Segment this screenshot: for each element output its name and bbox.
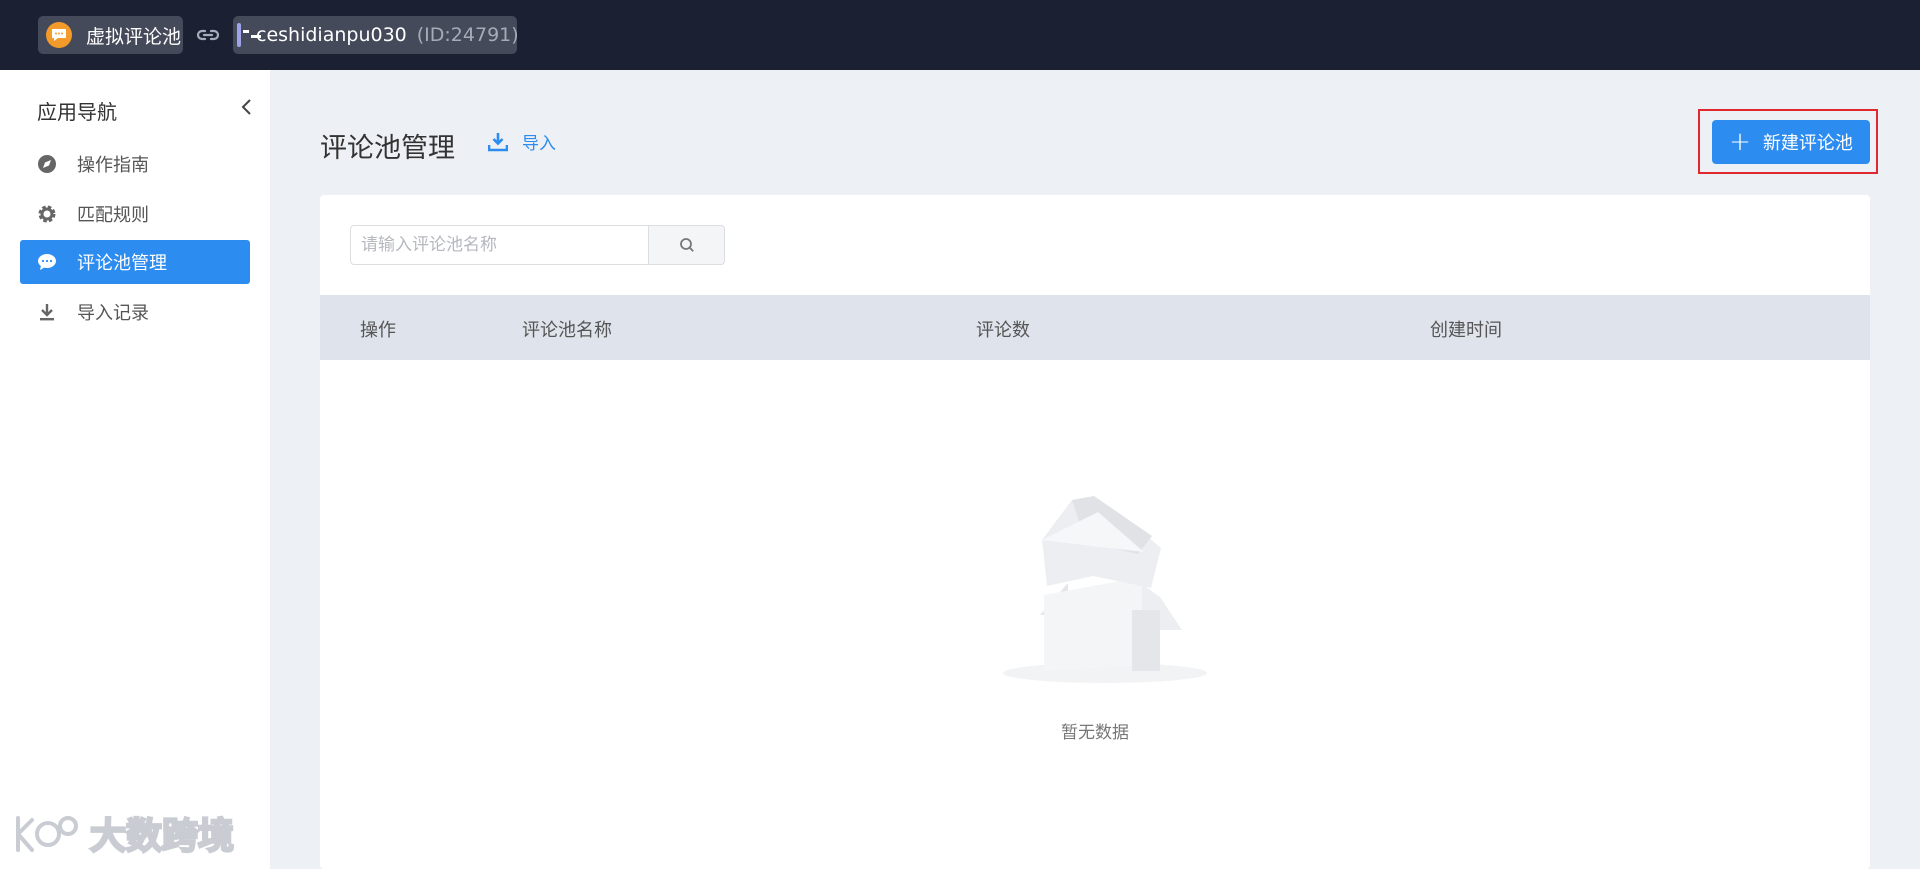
new-button-label: 新建评论池	[1762, 133, 1853, 154]
chat-bubble-icon	[36, 251, 58, 273]
sidebar-item-rules[interactable]: 匹配规则	[20, 192, 250, 236]
chat-app-icon	[46, 22, 72, 48]
search-icon	[679, 238, 694, 252]
page-title: 评论池管理	[320, 133, 455, 164]
app-switcher[interactable]: 虚拟评论池	[38, 16, 183, 54]
compass-icon	[36, 153, 58, 175]
sidebar-item-import-records[interactable]: 导入记录	[20, 290, 250, 334]
gear-icon	[36, 203, 58, 225]
chevron-left-icon[interactable]	[238, 97, 256, 117]
top-bar: 虚拟评论池 ceshidianpu030 (ID:24791)	[0, 0, 1920, 70]
link-icon	[196, 29, 220, 41]
sidebar-title: 应用导航	[37, 100, 117, 124]
column-header-pool-name[interactable]: 评论池名称	[522, 316, 612, 342]
comment-pool-card: 操作 评论池名称 评论数 创建时间 暂无数据	[320, 195, 1870, 869]
shop-icon	[237, 23, 261, 47]
app-name: 虚拟评论池	[86, 25, 182, 48]
import-label: 导入	[522, 134, 556, 154]
column-header-created-time[interactable]: 创建时间	[1430, 316, 1502, 342]
column-header-actions[interactable]: 操作	[360, 316, 396, 342]
import-icon	[488, 132, 508, 151]
sidebar-item-comment-pool[interactable]: 评论池管理	[20, 240, 250, 284]
sidebar-item-label: 操作指南	[77, 155, 149, 176]
new-comment-pool-button[interactable]: + 新建评论池	[1712, 120, 1870, 164]
empty-box-illustration	[1003, 496, 1207, 683]
shop-selector[interactable]: ceshidianpu030 (ID:24791)	[233, 16, 519, 54]
empty-state-text: 暂无数据	[1061, 723, 1129, 743]
download-icon	[36, 301, 58, 323]
sidebar-item-label: 导入记录	[77, 303, 149, 324]
svg-text:大数跨境: 大数跨境	[90, 816, 234, 857]
watermark-logo: 大数跨境	[16, 815, 235, 858]
import-button[interactable]: 导入	[488, 129, 556, 154]
search-input[interactable]	[350, 225, 650, 265]
table-header: 操作 评论池名称 评论数 创建时间	[320, 295, 1870, 360]
sidebar: 应用导航 操作指南 匹配规则 评论池管理 导入记录 大数跨境	[0, 70, 270, 869]
sidebar-item-label: 匹配规则	[77, 205, 149, 226]
column-header-comment-count[interactable]: 评论数	[976, 316, 1030, 342]
search-button[interactable]	[648, 225, 725, 265]
plus-icon: +	[1729, 127, 1751, 157]
shop-name: ceshidianpu030	[256, 24, 407, 46]
shop-id: (ID:24791)	[416, 24, 519, 46]
sidebar-item-guide[interactable]: 操作指南	[20, 142, 250, 186]
sidebar-item-label: 评论池管理	[77, 253, 167, 274]
